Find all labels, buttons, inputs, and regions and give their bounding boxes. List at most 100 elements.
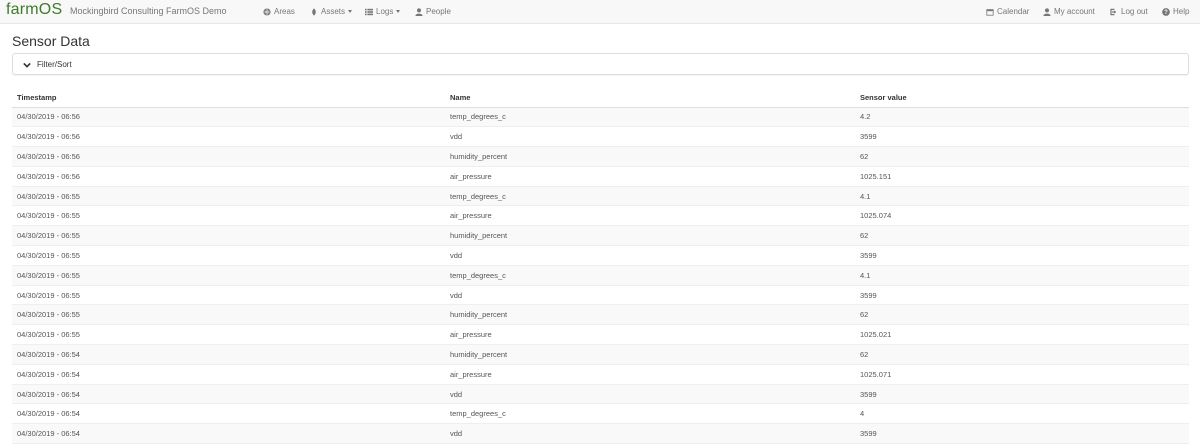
cell-sensor-value: 62	[855, 304, 1189, 326]
cell-timestamp: 04/30/2019 - 06:55	[12, 324, 445, 346]
calendar-icon	[986, 8, 994, 16]
column-header-name[interactable]: Name	[445, 88, 855, 108]
cell-timestamp: 04/30/2019 - 06:55	[12, 245, 445, 266]
question-icon: ?	[1162, 7, 1170, 16]
filter-sort-panel[interactable]: Filter/Sort	[12, 53, 1189, 75]
cell-sensor-value: 1025.151	[855, 166, 1189, 187]
cell-sensor-value: 4.2	[855, 107, 1189, 128]
table-row: 04/30/2019 - 06:56 air_pressure 1025.151	[12, 166, 1189, 187]
page-title: Sensor Data	[12, 33, 90, 49]
cell-timestamp: 04/30/2019 - 06:54	[12, 344, 445, 365]
nav-my-account-label: My account	[1054, 7, 1095, 16]
nav-people-label: People	[426, 7, 451, 16]
cell-sensor-value: 4.1	[855, 186, 1189, 207]
cell-name: humidity_percent	[445, 304, 855, 326]
brand-logo[interactable]: farmOS	[6, 1, 62, 19]
cell-timestamp: 04/30/2019 - 06:56	[12, 126, 445, 148]
table-row: 04/30/2019 - 06:54 humidity_percent 62	[12, 344, 1189, 365]
cell-name: air_pressure	[445, 166, 855, 187]
table-row: 04/30/2019 - 06:54 temp_degrees_c 4	[12, 403, 1189, 425]
cell-sensor-value: 62	[855, 225, 1189, 247]
nav-calendar[interactable]: Calendar	[986, 7, 1029, 16]
top-navbar: farmOS Mockingbird Consulting FarmOS Dem…	[0, 0, 1200, 24]
cell-timestamp: 04/30/2019 - 06:54	[12, 364, 445, 385]
cell-name: temp_degrees_c	[445, 403, 855, 425]
cell-sensor-value: 3599	[855, 285, 1189, 306]
table-row: 04/30/2019 - 06:54 air_pressure 1025.071	[12, 364, 1189, 385]
nav-areas[interactable]: Areas	[263, 7, 295, 16]
cell-timestamp: 04/30/2019 - 06:55	[12, 205, 445, 227]
table-row: 04/30/2019 - 06:54 vdd 3599	[12, 384, 1189, 405]
site-name-link[interactable]: Mockingbird Consulting FarmOS Demo	[70, 6, 227, 16]
table-body: 04/30/2019 - 06:56 temp_degrees_c 4.2 04/30…	[12, 107, 1189, 444]
nav-log-out-label: Log out	[1121, 7, 1148, 16]
filter-sort-label: Filter/Sort	[37, 60, 72, 69]
nav-logs[interactable]: Logs	[365, 7, 401, 16]
table-row: 04/30/2019 - 06:56 vdd 3599	[12, 126, 1189, 148]
nav-log-out[interactable]: Log out	[1110, 7, 1148, 16]
cell-name: temp_degrees_c	[445, 107, 855, 128]
table-row: 04/30/2019 - 06:55 vdd 3599	[12, 285, 1189, 306]
cell-name: vdd	[445, 384, 855, 405]
chevron-down-icon	[23, 62, 31, 68]
nav-assets-label: Assets	[321, 7, 346, 16]
cell-name: temp_degrees_c	[445, 265, 855, 286]
leaf-icon	[312, 7, 316, 16]
table-row: 04/30/2019 - 06:56 humidity_percent 62	[12, 146, 1189, 167]
cell-sensor-value: 3599	[855, 245, 1189, 266]
cell-timestamp: 04/30/2019 - 06:54	[12, 403, 445, 425]
table-header-row: Timestamp Name Sensor value	[12, 88, 1189, 108]
nav-calendar-label: Calendar	[997, 7, 1030, 16]
svg-text:?: ?	[1164, 10, 1168, 16]
cell-timestamp: 04/30/2019 - 06:56	[12, 146, 445, 167]
cell-timestamp: 04/30/2019 - 06:55	[12, 304, 445, 326]
cell-name: air_pressure	[445, 205, 855, 227]
nav-my-account[interactable]: My account	[1043, 7, 1095, 16]
cell-timestamp: 04/30/2019 - 06:54	[12, 384, 445, 405]
nav-help[interactable]: ? Help	[1162, 7, 1189, 16]
nav-people[interactable]: People	[415, 7, 451, 16]
table-row: 04/30/2019 - 06:55 temp_degrees_c 4.1	[12, 265, 1189, 286]
table-row: 04/30/2019 - 06:55 humidity_percent 62	[12, 225, 1189, 247]
logout-icon	[1110, 8, 1117, 15]
cell-name: air_pressure	[445, 324, 855, 346]
nav-logs-label: Logs	[376, 7, 394, 16]
cell-name: humidity_percent	[445, 225, 855, 247]
table-row: 04/30/2019 - 06:56 temp_degrees_c 4.2	[12, 107, 1189, 128]
cell-timestamp: 04/30/2019 - 06:56	[12, 166, 445, 187]
cell-sensor-value: 4.1	[855, 265, 1189, 286]
cell-sensor-value: 3599	[855, 126, 1189, 148]
cell-name: vdd	[445, 423, 855, 444]
cell-timestamp: 04/30/2019 - 06:55	[12, 285, 445, 306]
cell-sensor-value: 3599	[855, 384, 1189, 405]
cell-name: temp_degrees_c	[445, 186, 855, 207]
sensor-data-table: Timestamp Name Sensor value 04/30/2019 -…	[12, 88, 1189, 444]
column-header-timestamp[interactable]: Timestamp	[12, 88, 445, 108]
list-icon	[365, 8, 373, 15]
user-icon	[1043, 7, 1051, 16]
cell-timestamp: 04/30/2019 - 06:55	[12, 186, 445, 207]
cell-name: vdd	[445, 245, 855, 266]
cell-timestamp: 04/30/2019 - 06:55	[12, 225, 445, 247]
cell-name: humidity_percent	[445, 344, 855, 365]
nav-help-label: Help	[1173, 7, 1190, 16]
cell-timestamp: 04/30/2019 - 06:55	[12, 265, 445, 286]
table-row: 04/30/2019 - 06:55 vdd 3599	[12, 245, 1189, 266]
cell-sensor-value: 62	[855, 146, 1189, 167]
cell-timestamp: 04/30/2019 - 06:54	[12, 423, 445, 444]
column-header-sensor-value[interactable]: Sensor value	[855, 88, 1189, 108]
table-row: 04/30/2019 - 06:54 vdd 3599	[12, 423, 1189, 444]
cell-timestamp: 04/30/2019 - 06:56	[12, 107, 445, 128]
user-icon	[415, 7, 423, 16]
table-row: 04/30/2019 - 06:55 air_pressure 1025.074	[12, 205, 1189, 227]
cell-sensor-value: 62	[855, 344, 1189, 365]
nav-areas-label: Areas	[274, 7, 295, 16]
filter-sort-toggle[interactable]: Filter/Sort	[23, 60, 72, 69]
table-row: 04/30/2019 - 06:55 temp_degrees_c 4.1	[12, 186, 1189, 207]
table-row: 04/30/2019 - 06:55 humidity_percent 62	[12, 304, 1189, 326]
cell-name: vdd	[445, 285, 855, 306]
table-row: 04/30/2019 - 06:55 air_pressure 1025.021	[12, 324, 1189, 346]
cell-name: air_pressure	[445, 364, 855, 385]
nav-assets[interactable]: Assets	[310, 7, 353, 16]
cell-name: humidity_percent	[445, 146, 855, 167]
